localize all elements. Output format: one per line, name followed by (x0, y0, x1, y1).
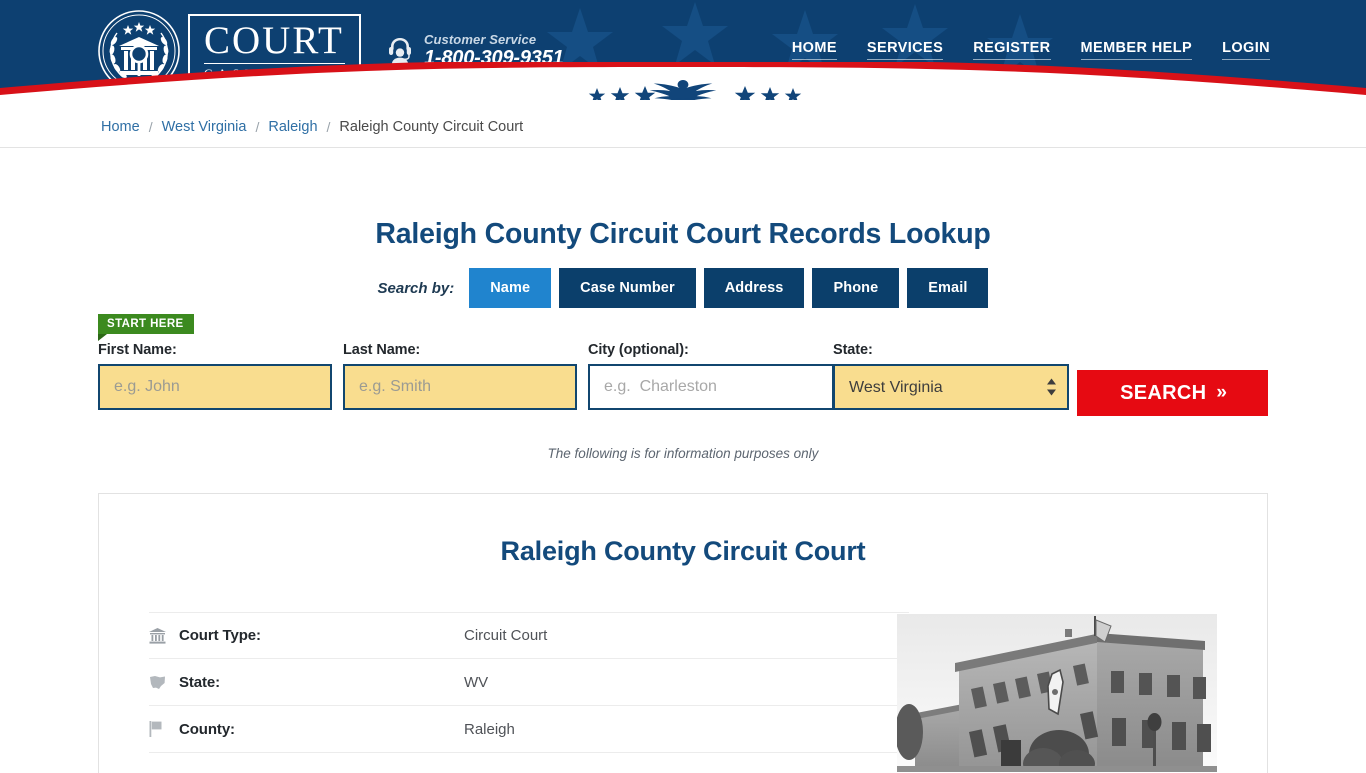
state-map-icon (149, 675, 179, 690)
first-name-field-group: First Name: (98, 342, 332, 410)
breadcrumb-separator: / (255, 118, 260, 135)
main-navigation: HOME SERVICES REGISTER MEMBER HELP LOGIN (791, 40, 1270, 60)
headset-support-icon (389, 38, 411, 66)
search-by-tabs: Search by: Name Case Number Address Phon… (0, 268, 1366, 308)
detail-value: Circuit Court (464, 627, 548, 644)
flag-icon (149, 721, 179, 737)
table-row: Court Type: Circuit Court (149, 612, 909, 659)
nav-member-help[interactable]: MEMBER HELP (1080, 40, 1193, 60)
double-chevron-right-icon: » (1216, 382, 1226, 403)
tab-email[interactable]: Email (907, 268, 989, 308)
breadcrumb-item-current: Raleigh County Circuit Court (339, 118, 524, 135)
search-by-label: Search by: (377, 279, 455, 297)
first-name-input[interactable] (98, 364, 332, 410)
court-seal-icon (98, 10, 180, 92)
site-logo[interactable]: COURT CASE FINDER (97, 9, 361, 93)
last-name-field-group: Last Name: (343, 342, 577, 410)
last-name-input[interactable] (343, 364, 577, 410)
tab-name[interactable]: Name (469, 268, 552, 308)
state-field-group: State: West Virginia (833, 342, 1069, 410)
page-title: Raleigh County Circuit Court Records Loo… (375, 218, 991, 251)
court-name-heading: Raleigh County Circuit Court (500, 536, 866, 566)
search-button[interactable]: SEARCH » (1077, 370, 1268, 416)
logo-wordmark: COURT CASE FINDER (188, 13, 361, 89)
logo-secondary-text: CASE FINDER (204, 66, 345, 81)
search-button-label: SEARCH (1120, 381, 1207, 404)
breadcrumb: Home / West Virginia / Raleigh / Raleigh… (0, 106, 1366, 148)
nav-login[interactable]: LOGIN (1222, 40, 1270, 60)
state-label: State: (833, 342, 873, 358)
tab-address[interactable]: Address (703, 268, 805, 308)
detail-value: WV (464, 673, 489, 691)
table-row: County: Raleigh (149, 706, 909, 753)
tab-phone[interactable]: Phone (812, 268, 900, 308)
city-label: City (optional): (588, 342, 689, 358)
detail-value: Raleigh (464, 720, 515, 738)
last-name-label: Last Name: (343, 342, 421, 358)
breadcrumb-item-home[interactable]: Home (101, 119, 140, 135)
city-input[interactable] (588, 364, 834, 410)
detail-label: Court Type: (179, 627, 261, 644)
customer-service-label: Customer Service (424, 32, 537, 47)
start-here-badge: START HERE (98, 314, 194, 341)
detail-label: County: (179, 720, 235, 738)
state-select[interactable]: West Virginia (833, 364, 1069, 410)
nav-register[interactable]: REGISTER (973, 40, 1051, 60)
table-row: State: WV (149, 659, 909, 706)
court-info-panel: Raleigh County Circuit Court Court Type:… (98, 493, 1268, 773)
tab-case-number[interactable]: Case Number (559, 268, 696, 308)
site-header: COURT CASE FINDER Customer Service 1-800… (0, 0, 1366, 100)
customer-service-block[interactable]: Customer Service 1-800-309-9351 (385, 32, 564, 70)
courthouse-photo (897, 614, 1217, 772)
breadcrumb-item-raleigh[interactable]: Raleigh (268, 119, 317, 135)
breadcrumb-item-west-virginia[interactable]: West Virginia (162, 119, 247, 135)
info-purposes-note: The following is for information purpose… (547, 446, 819, 461)
breadcrumb-separator: / (326, 118, 331, 135)
bank-icon (149, 627, 179, 644)
breadcrumb-separator: / (148, 118, 153, 135)
logo-primary-text: COURT (204, 18, 345, 64)
detail-label: State: (179, 673, 221, 691)
city-field-group: City (optional): (588, 342, 834, 410)
nav-services[interactable]: SERVICES (866, 40, 944, 60)
court-detail-table: Court Type: Circuit Court State: WV Coun… (149, 612, 909, 753)
customer-service-phone[interactable]: 1-800-309-9351 (424, 47, 564, 70)
first-name-label: First Name: (98, 342, 177, 358)
nav-home[interactable]: HOME (791, 40, 837, 60)
